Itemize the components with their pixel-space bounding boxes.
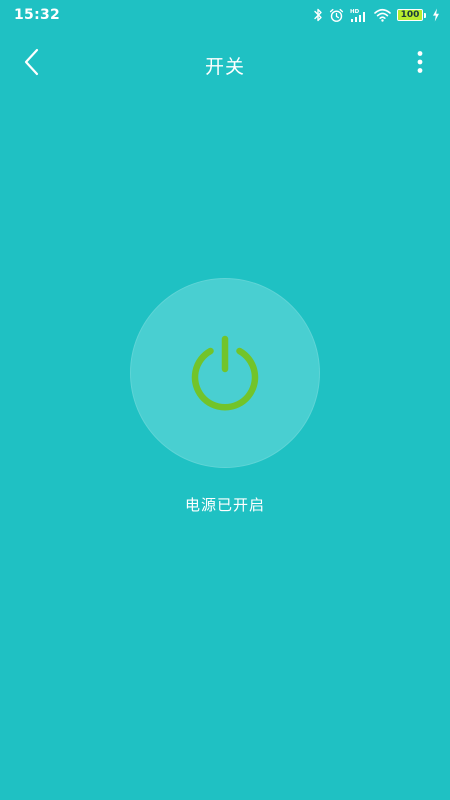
switch-screen: 15:32 HD 100 开关 电源已开启: [0, 0, 450, 800]
hd-signal-icon: HD: [350, 8, 368, 23]
battery-body: 100: [397, 9, 423, 21]
charging-icon: [432, 8, 440, 22]
status-time: 15:32: [14, 7, 61, 23]
more-button[interactable]: [408, 48, 432, 80]
wifi-icon: [374, 8, 391, 22]
power-toggle-button[interactable]: [130, 278, 320, 468]
battery-cap: [424, 12, 426, 18]
alarm-icon: [329, 8, 344, 23]
battery-level: 100: [400, 10, 420, 20]
battery-icon: 100: [397, 9, 426, 21]
power-status-text: 电源已开启: [184, 496, 265, 514]
power-icon: [185, 333, 265, 413]
status-icons: HD 100: [313, 6, 440, 24]
svg-text:HD: HD: [350, 9, 360, 15]
page-title: 开关: [204, 56, 245, 78]
bluetooth-icon: [313, 8, 323, 22]
header-bar: 开关: [0, 40, 450, 88]
status-bar: 15:32 HD 100: [0, 0, 450, 30]
more-vertical-icon: [417, 50, 423, 78]
